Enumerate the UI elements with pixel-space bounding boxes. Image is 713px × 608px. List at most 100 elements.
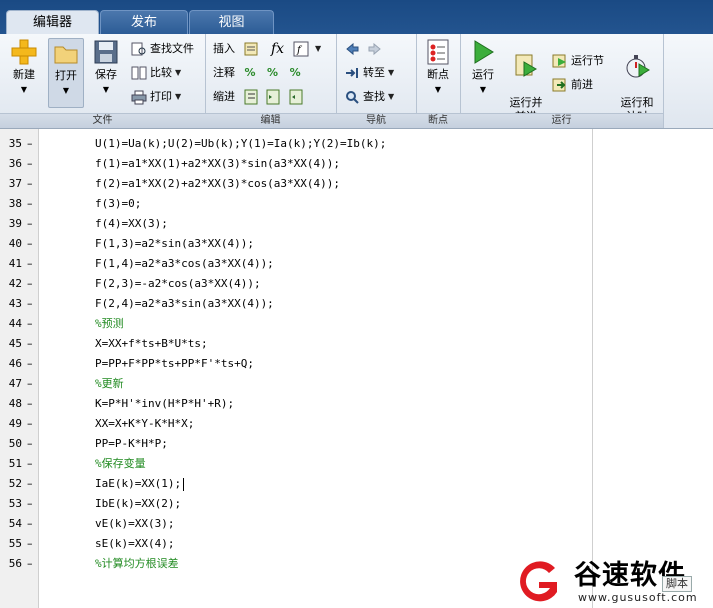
code-text: PP=P-K*H*P;: [95, 437, 168, 450]
line-number: 54: [8, 517, 22, 530]
code-line[interactable]: 48– K=P*H'*inv(H*P*H'+R);: [0, 394, 592, 414]
wrap-comment-icon: %: [289, 66, 301, 79]
print-label: 打印: [150, 90, 172, 103]
code-line[interactable]: 49– XX=X+K*Y-K*H*X;: [0, 414, 592, 434]
insert-function-button[interactable]: f ▼: [293, 39, 321, 59]
code-line[interactable]: 55– sE(k)=XX(4);: [0, 534, 592, 554]
fx-button[interactable]: fx: [271, 39, 284, 59]
ribbon-tab-strip: 编辑器 发布 视图: [0, 0, 713, 34]
breakpoint-dash-marker[interactable]: –: [27, 534, 33, 554]
new-button[interactable]: 新建 ▼: [6, 38, 42, 97]
insert-label: 插入: [213, 42, 235, 55]
indent-button[interactable]: 缩进: [213, 87, 307, 107]
breakpoint-dash-marker[interactable]: –: [27, 434, 33, 454]
line-number: 55: [8, 537, 22, 550]
code-line[interactable]: 45– X=XX+f*ts+B*U*ts;: [0, 334, 592, 354]
watermark-url: www.gususoft.com: [578, 591, 698, 604]
code-line[interactable]: 51– %保存变量: [0, 454, 592, 474]
breakpoint-dash-marker[interactable]: –: [27, 494, 33, 514]
uncomment-icon: %: [267, 66, 279, 79]
edit-group-label: 编辑: [205, 113, 336, 128]
code-line[interactable]: 56– %计算均方根误差: [0, 554, 592, 574]
chevron-down-icon: ▼: [388, 68, 395, 77]
code-line[interactable]: 46– P=PP+F*PP*ts+PP*F'*ts+Q;: [0, 354, 592, 374]
breakpoint-dash-marker[interactable]: –: [27, 234, 33, 254]
run-section-label: 运行节: [571, 54, 604, 67]
breakpoint-dash-marker[interactable]: –: [27, 154, 33, 174]
code-line[interactable]: 50– PP=P-K*H*P;: [0, 434, 592, 454]
code-line[interactable]: 41– F(1,4)=a2*a3*cos(a3*XX(4));: [0, 254, 592, 274]
goto-button[interactable]: 转至 ▼: [344, 63, 394, 83]
advance-button[interactable]: 前进: [552, 75, 593, 95]
back-forward-buttons[interactable]: [344, 39, 386, 59]
code-line[interactable]: 36– f(1)=a1*XX(1)+a2*XX(3)*sin(a3*XX(4));: [0, 154, 592, 174]
breakpoint-dash-marker[interactable]: –: [27, 194, 33, 214]
code-line[interactable]: 40– F(1,3)=a2*sin(a3*XX(4));: [0, 234, 592, 254]
insert-button[interactable]: 插入: [213, 39, 262, 59]
code-line[interactable]: 42– F(2,3)=-a2*cos(a3*XX(4));: [0, 274, 592, 294]
code-text: X=XX+f*ts+B*U*ts;: [95, 337, 208, 350]
code-text: K=P*H'*inv(H*P*H'+R);: [95, 397, 235, 410]
right-text-limit-line: [592, 129, 593, 608]
run-button[interactable]: 运行 ▼: [464, 38, 502, 97]
breakpoint-dash-marker[interactable]: –: [27, 294, 33, 314]
tab-editor[interactable]: 编辑器: [6, 10, 99, 34]
code-text: f(4)=XX(3);: [95, 217, 168, 230]
breakpoints-label: 断点: [427, 68, 449, 81]
code-line[interactable]: 39– f(4)=XX(3);: [0, 214, 592, 234]
breakpoint-dash-marker[interactable]: –: [27, 214, 33, 234]
code-line[interactable]: 35– U(1)=Ua(k);U(2)=Ub(k);Y(1)=Ia(k);Y(2)…: [0, 134, 592, 154]
code-text: sE(k)=XX(4);: [95, 537, 175, 550]
compare-button[interactable]: 比较 ▼: [131, 63, 181, 83]
tab-publish[interactable]: 发布: [100, 10, 188, 34]
code-line[interactable]: 54– vE(k)=XX(3);: [0, 514, 592, 534]
breakpoint-dash-marker[interactable]: –: [27, 134, 33, 154]
breakpoint-dash-marker[interactable]: –: [27, 274, 33, 294]
print-button[interactable]: 打印 ▼: [131, 87, 181, 107]
line-number: 50: [8, 437, 22, 450]
code-editor[interactable]: 35– U(1)=Ua(k);U(2)=Ub(k);Y(1)=Ia(k);Y(2)…: [0, 129, 713, 608]
code-line[interactable]: 44– %预测: [0, 314, 592, 334]
breakpoint-dash-marker[interactable]: –: [27, 554, 33, 574]
percent-icon: %: [244, 66, 256, 79]
run-play-icon: [474, 40, 494, 64]
breakpoint-dash-marker[interactable]: –: [27, 454, 33, 474]
code-line[interactable]: 43– F(2,4)=a2*a3*sin(a3*XX(4));: [0, 294, 592, 314]
code-comment: %计算均方根误差: [95, 557, 179, 570]
breakpoints-button[interactable]: 断点 ▼: [421, 38, 455, 97]
breakpoint-dash-marker[interactable]: –: [27, 174, 33, 194]
run-and-advance-button[interactable]: 运行并 前进: [504, 38, 548, 124]
line-number: 38: [8, 197, 22, 210]
breakpoint-dash-marker[interactable]: –: [27, 514, 33, 534]
breakpoint-dash-marker[interactable]: –: [27, 254, 33, 274]
find-button[interactable]: 查找 ▼: [344, 87, 394, 107]
breakpoint-dash-marker[interactable]: –: [27, 474, 33, 494]
breakpoint-dash-marker[interactable]: –: [27, 314, 33, 334]
code-line[interactable]: 38– f(3)=0;: [0, 194, 592, 214]
chevron-down-icon: ▼: [20, 85, 28, 94]
line-number: 56: [8, 557, 22, 570]
breakpoint-dash-marker[interactable]: –: [27, 354, 33, 374]
find-files-button[interactable]: 查找文件: [131, 39, 194, 59]
compare-label: 比较: [150, 66, 172, 79]
forward-arrow-icon: [368, 42, 381, 56]
breakpoint-dash-marker[interactable]: –: [27, 414, 33, 434]
run-section-button[interactable]: 运行节: [552, 51, 604, 71]
text-cursor: [183, 478, 184, 491]
save-button[interactable]: 保存 ▼: [88, 38, 124, 97]
tab-view[interactable]: 视图: [189, 10, 274, 34]
code-line[interactable]: 52– IaE(k)=XX(1);: [0, 474, 592, 494]
navigate-group-label: 导航: [336, 113, 416, 128]
magnifier-icon: [346, 91, 359, 104]
code-line[interactable]: 53– IbE(k)=XX(2);: [0, 494, 592, 514]
breakpoint-dash-marker[interactable]: –: [27, 374, 33, 394]
code-line[interactable]: 47– %更新: [0, 374, 592, 394]
open-button[interactable]: 打开 ▼: [48, 38, 84, 108]
code-line[interactable]: 37– f(2)=a1*XX(2)+a2*XX(3)*cos(a3*XX(4));: [0, 174, 592, 194]
breakpoint-dash-marker[interactable]: –: [27, 394, 33, 414]
comment-button[interactable]: 注释 % % %: [213, 63, 301, 83]
breakpoint-dash-marker[interactable]: –: [27, 334, 33, 354]
file-group: 新建 ▼ 打开 ▼ 保存 ▼ 查找文件 比较 ▼ 打印 ▼ 文件: [0, 34, 206, 128]
line-number: 37: [8, 177, 22, 190]
run-and-time-button[interactable]: 运行和 计时: [615, 38, 659, 124]
